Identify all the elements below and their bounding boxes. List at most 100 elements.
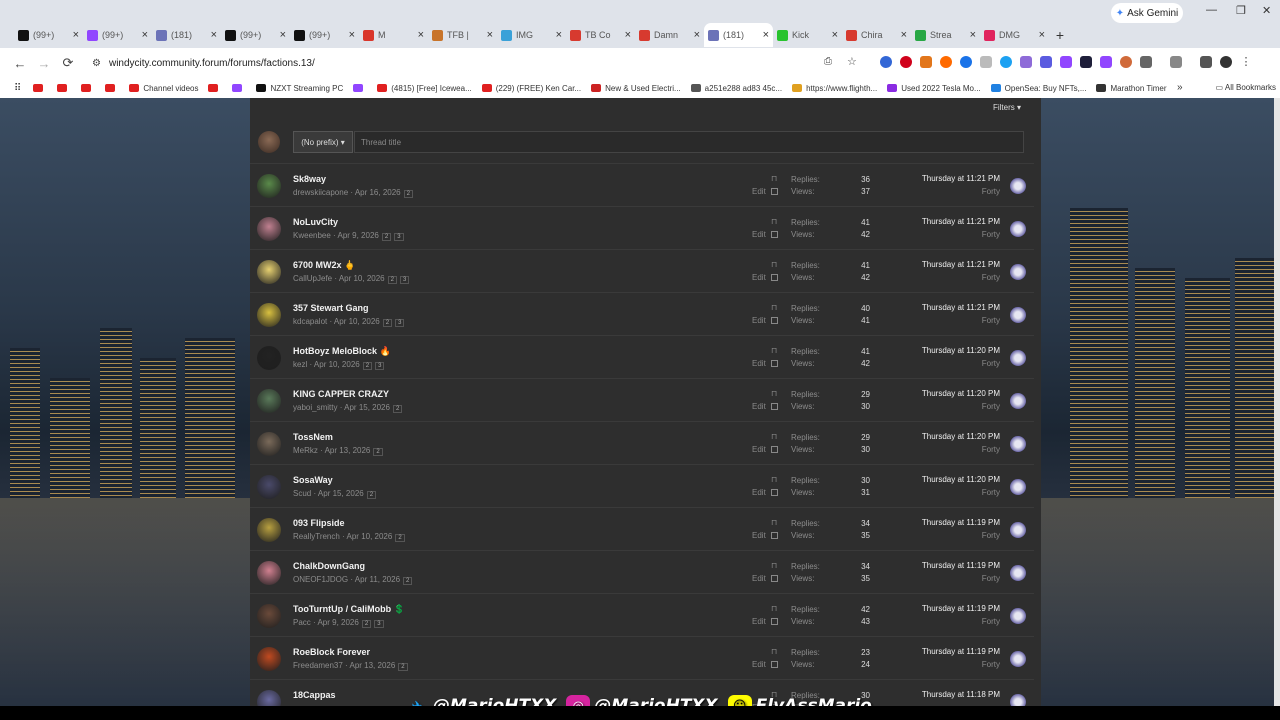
extension-icon[interactable] xyxy=(900,56,912,68)
bookmark-item[interactable]: Marathon Timer xyxy=(1096,84,1167,93)
page-scrollbar[interactable] xyxy=(1274,98,1280,706)
last-poster-avatar[interactable] xyxy=(1010,522,1026,538)
browser-tab[interactable]: Chira × xyxy=(842,23,911,47)
last-post-user[interactable]: Forty xyxy=(982,187,1000,196)
extension-icon[interactable] xyxy=(1020,56,1032,68)
install-app-icon[interactable]: ⎙ xyxy=(824,56,832,67)
extension-icon[interactable] xyxy=(960,56,972,68)
filters-button[interactable]: Filters ▾ xyxy=(993,103,1021,112)
browser-tab[interactable]: Kick × xyxy=(773,23,842,47)
thread-start-date[interactable]: Apr 9, 2026 xyxy=(337,231,378,240)
edit-link[interactable]: Edit xyxy=(752,445,766,454)
browser-tab[interactable]: (99+) × xyxy=(83,23,152,47)
all-bookmarks[interactable]: ▭ All Bookmarks xyxy=(1216,83,1276,92)
browser-tab[interactable]: DMG × xyxy=(980,23,1049,47)
select-checkbox[interactable] xyxy=(771,446,778,453)
thread-start-date[interactable]: Apr 10, 2026 xyxy=(347,532,393,541)
author-avatar[interactable] xyxy=(257,647,281,671)
author-avatar[interactable] xyxy=(257,475,281,499)
thread-author[interactable]: MeRkz xyxy=(293,446,318,455)
edit-link[interactable]: Edit xyxy=(752,660,766,669)
thread-title-link[interactable]: 6700 MW2x 🖕 xyxy=(293,260,355,271)
maximize-icon[interactable]: ❐ xyxy=(1236,4,1246,17)
forward-icon[interactable]: → xyxy=(32,56,56,71)
bookmark-item[interactable]: NZXT Streaming PC xyxy=(256,84,343,93)
page-jump-link[interactable]: 2 xyxy=(382,319,393,327)
select-checkbox[interactable] xyxy=(771,317,778,324)
prefix-dropdown[interactable]: (No prefix) ▾ xyxy=(293,131,353,153)
browser-tab[interactable]: TB Co × xyxy=(566,23,635,47)
author-avatar[interactable] xyxy=(257,217,281,241)
tab-close-icon[interactable]: × xyxy=(694,29,700,41)
last-poster-avatar[interactable] xyxy=(1010,350,1026,366)
last-post-time[interactable]: Thursday at 11:18 PM xyxy=(922,690,1000,699)
author-avatar[interactable] xyxy=(257,690,281,706)
author-avatar[interactable] xyxy=(257,389,281,413)
author-avatar[interactable] xyxy=(257,604,281,628)
last-post-time[interactable]: Thursday at 11:20 PM xyxy=(922,432,1000,441)
bookmark-item[interactable]: New & Used Electri... xyxy=(591,84,681,93)
more-icon[interactable]: ⋮ xyxy=(1240,56,1252,68)
last-post-time[interactable]: Thursday at 11:21 PM xyxy=(922,260,1000,269)
select-checkbox[interactable] xyxy=(771,489,778,496)
close-window-icon[interactable]: ✕ xyxy=(1262,4,1271,17)
page-jump-link[interactable]: 2 xyxy=(395,534,405,542)
last-post-user[interactable]: Forty xyxy=(982,660,1000,669)
author-avatar[interactable] xyxy=(257,260,281,284)
page-jump-link[interactable]: 3 xyxy=(375,362,385,370)
extension-icon[interactable] xyxy=(980,56,992,68)
thread-title-link[interactable]: Sk8way xyxy=(293,174,326,184)
page-jump-link[interactable]: 3 xyxy=(374,620,384,628)
thread-start-date[interactable]: Apr 16, 2026 xyxy=(355,188,401,197)
browser-tab[interactable]: M × xyxy=(359,23,428,47)
tab-close-icon[interactable]: × xyxy=(763,29,769,41)
edit-link[interactable]: Edit xyxy=(752,488,766,497)
last-post-user[interactable]: Forty xyxy=(982,531,1000,540)
extension-icon[interactable] xyxy=(1100,56,1112,68)
edit-link[interactable]: Edit xyxy=(752,402,766,411)
thread-title-link[interactable]: 18Cappas xyxy=(293,690,336,700)
browser-tab[interactable]: TFB | × xyxy=(428,23,497,47)
last-poster-avatar[interactable] xyxy=(1010,565,1026,581)
bookmark-item[interactable] xyxy=(33,84,47,93)
last-post-time[interactable]: Thursday at 11:20 PM xyxy=(922,346,1000,355)
thread-title-link[interactable]: 093 Flipside xyxy=(293,518,345,528)
page-jump-link[interactable]: 2 xyxy=(403,190,413,198)
thread-start-date[interactable]: Apr 10, 2026 xyxy=(334,317,380,326)
ask-gemini-button[interactable]: ✦ Ask Gemini xyxy=(1111,3,1183,23)
page-jump-link[interactable]: 3 xyxy=(395,319,405,327)
bookmark-item[interactable]: Channel videos xyxy=(129,84,198,93)
minimize-icon[interactable]: — xyxy=(1206,4,1217,16)
thread-author[interactable]: CallUpJefe xyxy=(293,274,332,283)
bookmark-star-icon[interactable]: ☆ xyxy=(847,55,857,68)
extension-icon[interactable] xyxy=(940,56,952,68)
bookmark-item[interactable]: Used 2022 Tesla Mo... xyxy=(887,84,981,93)
extension-icon[interactable] xyxy=(1000,56,1012,68)
page-jump-link[interactable]: 2 xyxy=(403,577,413,585)
puzzle-icon[interactable] xyxy=(1140,56,1152,68)
thread-start-date[interactable]: Apr 10, 2026 xyxy=(314,360,360,369)
page-jump-link[interactable]: 2 xyxy=(392,405,403,413)
last-post-user[interactable]: Forty xyxy=(982,402,1000,411)
tab-close-icon[interactable]: × xyxy=(901,29,907,41)
edit-link[interactable]: Edit xyxy=(752,574,766,583)
thread-title-link[interactable]: TooTurntUp / CaliMobb 💲 xyxy=(293,604,405,615)
back-icon[interactable]: ← xyxy=(8,56,32,71)
author-avatar[interactable] xyxy=(257,518,281,542)
last-post-user[interactable]: Forty xyxy=(982,617,1000,626)
page-jump-link[interactable]: 2 xyxy=(361,620,372,628)
page-jump-link[interactable]: 2 xyxy=(381,233,392,241)
thread-title-link[interactable]: NoLuvCity xyxy=(293,217,338,227)
tab-close-icon[interactable]: × xyxy=(142,29,148,41)
reload-icon[interactable]: ⟳ xyxy=(56,55,80,71)
page-jump-link[interactable]: 2 xyxy=(398,663,408,671)
page-jump-link[interactable]: 3 xyxy=(394,233,404,241)
thread-author[interactable]: Pacc xyxy=(293,618,311,627)
page-jump-link[interactable]: 3 xyxy=(399,276,410,284)
bookmark-item[interactable]: https://www.flighth... xyxy=(792,84,877,93)
page-jump-link[interactable]: 2 xyxy=(366,491,377,499)
thread-title-link[interactable]: 357 Stewart Gang xyxy=(293,303,369,313)
extension-icon[interactable] xyxy=(1120,56,1132,68)
menu-icon[interactable] xyxy=(1200,56,1212,68)
last-post-user[interactable]: Forty xyxy=(982,445,1000,454)
